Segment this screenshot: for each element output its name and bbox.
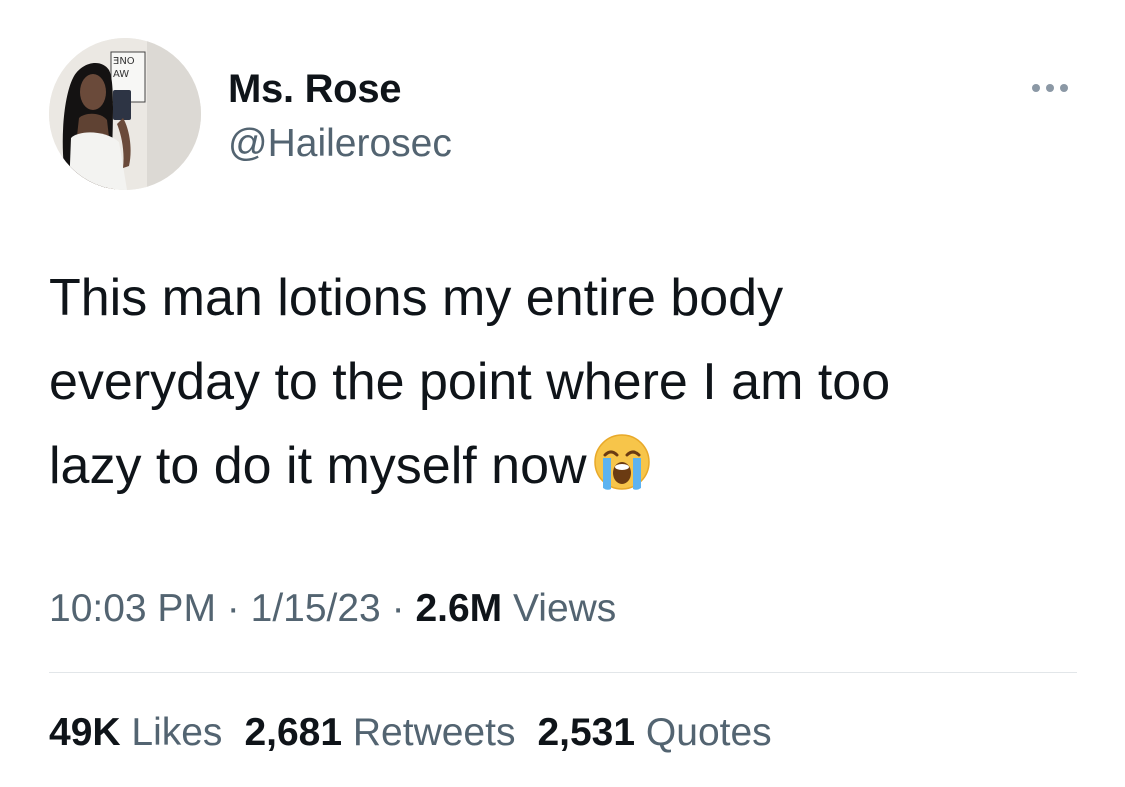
quotes-label: Quotes (645, 711, 772, 754)
views-count: 2.6M (415, 587, 503, 630)
tweet-meta: 10:03 PM · 1/15/23 · 2.6M Views (49, 584, 616, 634)
retweets-count: 2,681 (244, 711, 343, 754)
user-handle[interactable]: @Hailerosec (228, 121, 452, 167)
divider (49, 672, 1077, 673)
retweets-stat[interactable]: 2,681 Retweets (244, 711, 515, 754)
likes-count: 49K (49, 711, 121, 754)
tweet-text-body: This man lotions my entire body everyday… (49, 269, 891, 495)
more-horizontal-icon (1032, 84, 1068, 92)
tweet-detail: ƎNO AW Ms. Rose @Hailerosec This man lot… (0, 0, 1125, 787)
more-options-button[interactable] (1022, 70, 1078, 106)
tweet-text: This man lotions my entire body everyday… (49, 256, 1089, 508)
views-label: Views (512, 587, 617, 630)
loudly-crying-face-icon (591, 431, 653, 493)
likes-stat[interactable]: 49K Likes (49, 711, 222, 754)
quotes-stat[interactable]: 2,531 Quotes (537, 711, 771, 754)
avatar-sign-line: AW (113, 69, 129, 80)
likes-label: Likes (131, 711, 223, 754)
avatar[interactable]: ƎNO AW (49, 38, 201, 190)
meta-separator: · (391, 587, 405, 630)
avatar-sign-line: ƎNO (113, 56, 135, 67)
quotes-count: 2,531 (537, 711, 636, 754)
meta-separator: · (226, 587, 240, 630)
engagement-stats: 49K Likes 2,681 Retweets 2,531 Quotes (49, 707, 772, 759)
tweet-date[interactable]: 1/15/23 (251, 587, 381, 630)
display-name[interactable]: Ms. Rose (228, 66, 402, 112)
retweets-label: Retweets (352, 711, 516, 754)
avatar-photo: ƎNO AW (49, 38, 201, 190)
tweet-time[interactable]: 10:03 PM (49, 587, 216, 630)
